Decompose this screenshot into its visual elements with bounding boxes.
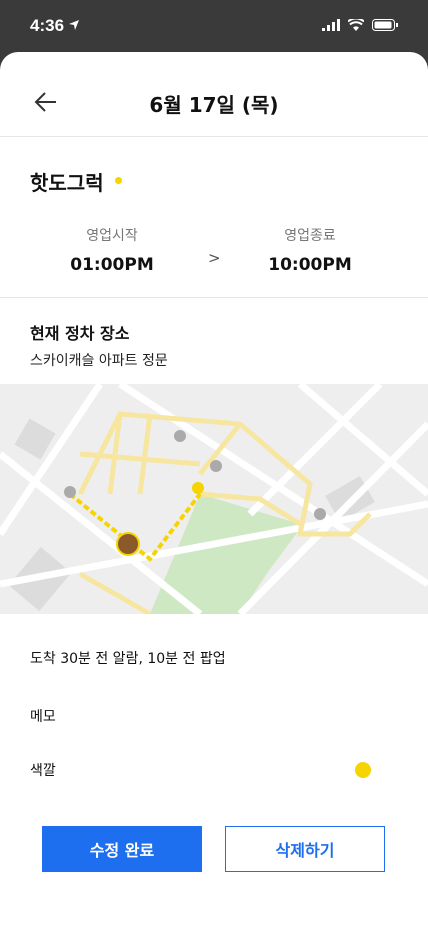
end-label: 영업종료 <box>284 228 336 244</box>
start-time[interactable]: 01:00PM <box>42 255 182 275</box>
color-label: 색깔 <box>30 763 56 779</box>
page-title: 6월 17일 (목) <box>149 93 279 117</box>
color-swatch[interactable] <box>355 762 371 778</box>
start-label: 영업시작 <box>86 228 138 244</box>
end-time[interactable]: 10:00PM <box>240 255 380 275</box>
delete-button[interactable]: 삭제하기 <box>225 826 385 872</box>
battery-icon <box>372 19 398 31</box>
location-address: 스카이캐슬 아파트 정문 <box>30 353 168 369</box>
location-title: 현재 정차 장소 <box>30 324 130 343</box>
truck-color-indicator <box>115 177 122 184</box>
truck-info: 핫도그럭 영업시작 01:00PM > 영업종료 10:00PM <box>0 137 428 298</box>
hours-separator: > <box>208 249 221 267</box>
current-location-pin <box>192 482 204 494</box>
hours-end: 영업종료 10:00PM <box>240 225 380 275</box>
detail-sheet: 6월 17일 (목) 핫도그럭 영업시작 01:00PM > 영업종료 10:0… <box>0 52 428 926</box>
header: 6월 17일 (목) <box>0 52 428 137</box>
memo-label[interactable]: 메모 <box>30 706 56 726</box>
status-bar: 4:36 <box>0 0 428 52</box>
status-time: 4:36 <box>30 16 65 35</box>
wifi-icon <box>348 19 364 31</box>
location-section: 현재 정차 장소 스카이캐슬 아파트 정문 <box>0 298 428 617</box>
alarm-setting[interactable]: 도착 30분 전 알람, 10분 전 팝업 <box>30 648 226 668</box>
location-arrow-icon <box>69 20 79 30</box>
map[interactable] <box>0 381 428 617</box>
truck-marker <box>116 532 140 556</box>
truck-name: 핫도그럭 <box>30 171 104 195</box>
done-button[interactable]: 수정 완료 <box>42 826 202 872</box>
signal-icon <box>322 19 340 31</box>
hours-start: 영업시작 01:00PM <box>42 225 182 275</box>
map-graphic <box>0 381 428 617</box>
